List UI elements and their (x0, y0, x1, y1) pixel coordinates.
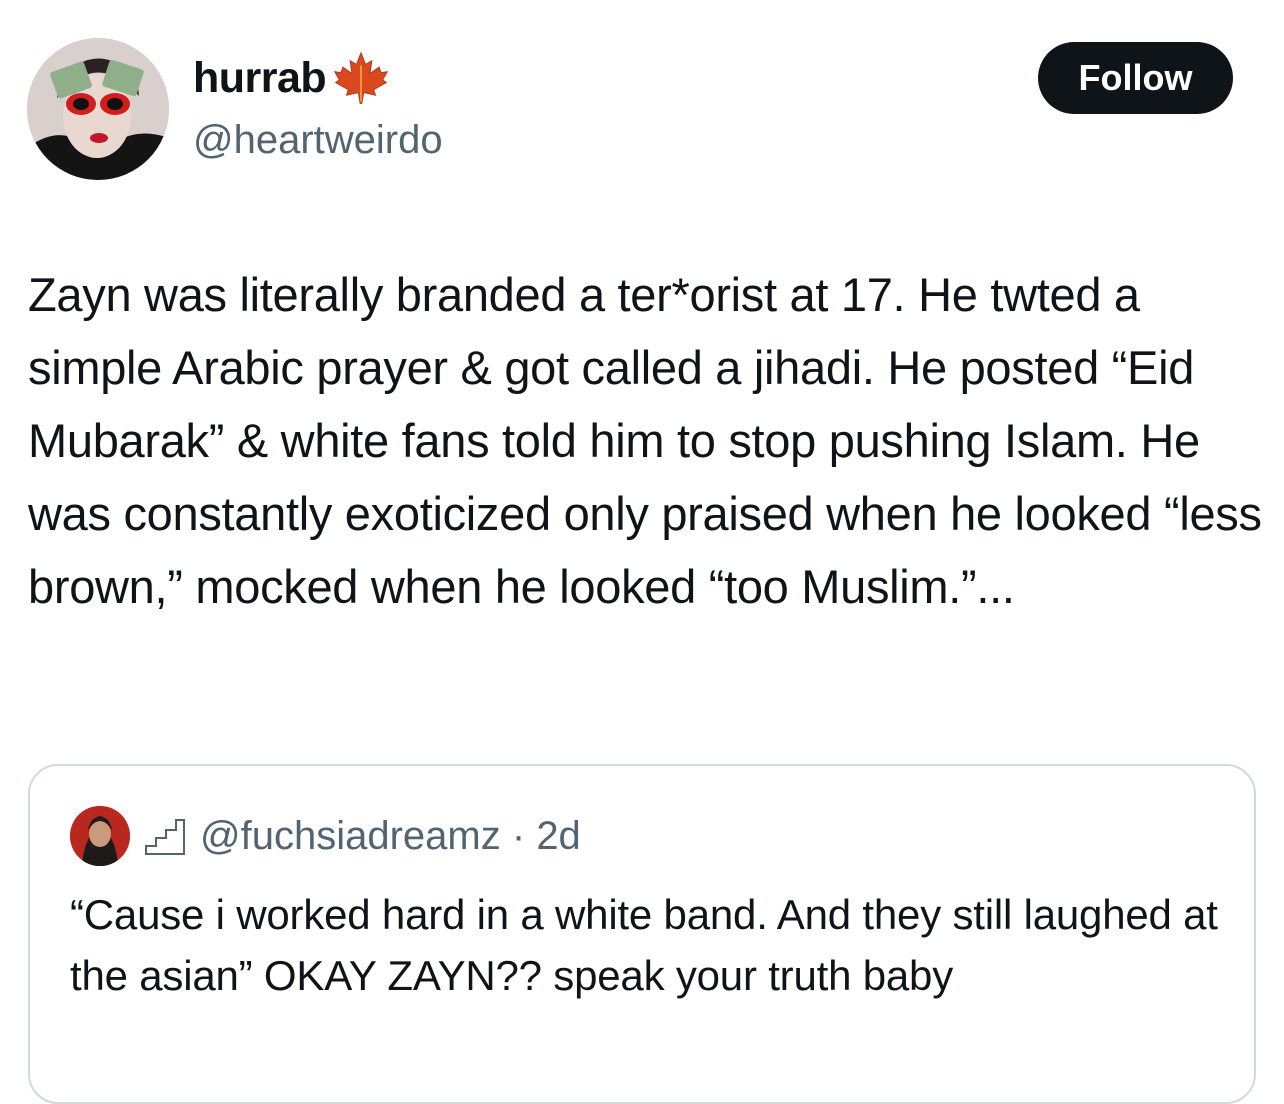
tweet-text: Zayn was literally branded a ter*orist a… (28, 268, 1262, 613)
meta-separator: · (511, 814, 526, 858)
stairs-icon (145, 819, 185, 855)
maple-leaf-icon (334, 51, 389, 104)
author-avatar[interactable] (27, 38, 169, 180)
author-name-row: hurrab (193, 48, 390, 108)
quoted-avatar-image (70, 806, 130, 866)
quoted-tweet-meta: @fuchsiadreamz · 2d (200, 810, 581, 862)
avatar-image (27, 38, 169, 180)
quoted-tweet-time[interactable]: 2d (536, 814, 581, 858)
quoted-tweet-card[interactable]: @fuchsiadreamz · 2d “Cause i worked hard… (28, 764, 1256, 1104)
follow-button[interactable]: Follow (1038, 42, 1233, 114)
author-display-name[interactable]: hurrab (193, 48, 327, 108)
quoted-author-handle[interactable]: @fuchsiadreamz (200, 814, 501, 858)
author-handle[interactable]: @heartweirdo (193, 112, 443, 168)
quoted-tweet-text: “Cause i worked hard in a white band. An… (70, 891, 1218, 999)
quoted-author-avatar[interactable] (70, 806, 130, 866)
